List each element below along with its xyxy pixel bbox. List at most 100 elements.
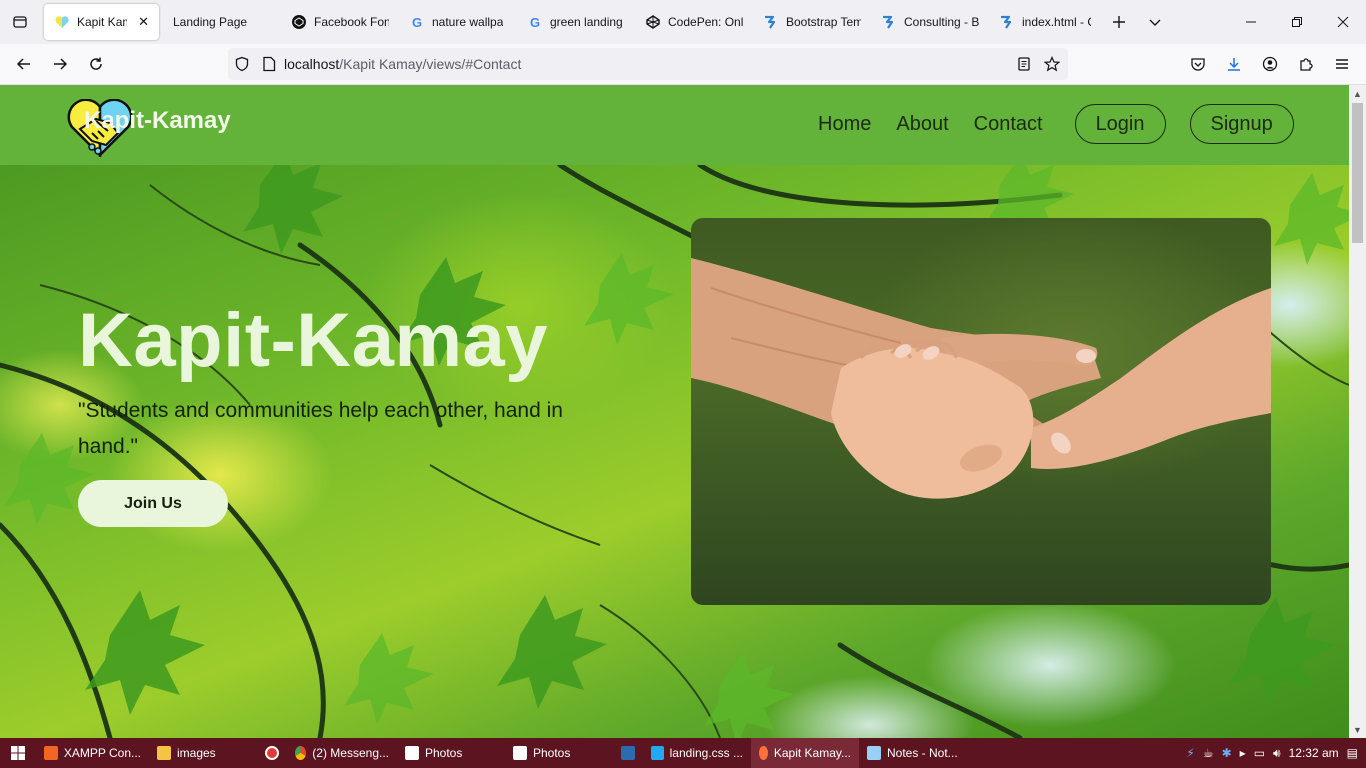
windows-start-icon[interactable] — [0, 738, 36, 768]
hero-title: Kapit-Kamay — [78, 298, 549, 383]
nav-home-link[interactable]: Home — [818, 103, 871, 145]
new-tab-icon[interactable] — [1101, 4, 1137, 40]
taskbar-app-photos[interactable]: Photos — [397, 738, 505, 768]
chevron-down-icon[interactable] — [1137, 4, 1173, 40]
page-icon — [262, 56, 276, 72]
taskbar-app-label: Photos — [533, 746, 571, 760]
taskbar-app-label: Kapit Kamay... — [773, 746, 851, 760]
page-viewport: Kapit-Kamay Home About Contact Login Sig… — [0, 85, 1349, 738]
cup-icon[interactable]: ☕ — [1203, 746, 1214, 760]
login-button[interactable]: Login — [1074, 104, 1166, 144]
browser-tab-bar: Kapit Kama ✕ Landing Page Facebook Fon G… — [0, 0, 1366, 44]
browser-tab[interactable]: CodePen: Onli — [635, 4, 753, 40]
tab-label: green landing — [550, 15, 623, 29]
browser-tab[interactable]: G green landing — [517, 4, 635, 40]
page-scrollbar[interactable]: ▲ ▼ — [1349, 85, 1366, 738]
tab-label: Consulting - B — [904, 15, 979, 29]
tab-label: Bootstrap Tem — [786, 15, 861, 29]
taskbar-app-vscode[interactable]: landing.css ... — [643, 738, 751, 768]
bookmark-star-icon[interactable] — [1044, 56, 1060, 72]
forward-arrow-icon[interactable] — [42, 46, 78, 82]
browser-tab[interactable]: Facebook Fon — [281, 4, 399, 40]
tab-label: nature wallpa — [432, 15, 504, 29]
google-icon: G — [529, 14, 541, 30]
scrollbar-thumb[interactable] — [1352, 103, 1363, 243]
scroll-down-icon[interactable]: ▼ — [1349, 721, 1366, 738]
tab-label: Kapit Kama — [77, 15, 127, 29]
folder-icon — [157, 746, 171, 760]
handshake-heart-icon — [54, 14, 70, 30]
taskbar-app-photos[interactable]: Photos — [505, 738, 613, 768]
taskbar-app-label: images — [177, 746, 216, 760]
show-hidden-icons[interactable]: ▸ — [1240, 746, 1246, 760]
hero-section: Kapit-Kamay "Students and communities he… — [0, 165, 1349, 738]
hero-quote: "Students and communities help each othe… — [78, 399, 563, 458]
browser-tab[interactable]: Bootstrap Tem — [753, 4, 871, 40]
account-icon[interactable] — [1252, 46, 1288, 82]
volume-icon[interactable]: 🔊︎ — [1273, 746, 1281, 761]
browser-tab-active[interactable]: Kapit Kama ✕ — [44, 4, 159, 40]
tab-label: CodePen: Onli — [668, 15, 743, 29]
bolt-icon[interactable]: ⚡ — [1186, 746, 1194, 760]
nav-contact-link[interactable]: Contact — [974, 103, 1043, 145]
taskbar-app-label: Notes - Not... — [887, 746, 958, 760]
main-nav: Home About Contact Login Signup — [818, 103, 1294, 145]
windows-taskbar: XAMPP Con... images (2) Messeng... Photo… — [0, 738, 1366, 768]
taskbar-app-label: (2) Messeng... — [312, 746, 389, 760]
codepen-icon — [291, 14, 307, 30]
vscode-icon — [651, 746, 664, 760]
holding-hands-photo — [691, 218, 1271, 605]
menu-icon[interactable] — [1324, 46, 1360, 82]
reader-view-icon[interactable] — [1016, 56, 1032, 72]
xampp-icon — [44, 746, 58, 760]
extensions-icon[interactable] — [1288, 46, 1324, 82]
shield-icon[interactable] — [234, 56, 250, 72]
tab-label: index.html - C — [1022, 15, 1091, 29]
download-icon[interactable] — [1216, 46, 1252, 82]
taskbar-app-label: landing.css ... — [669, 746, 743, 760]
scroll-up-icon[interactable]: ▲ — [1349, 85, 1366, 102]
pocket-icon[interactable] — [1180, 46, 1216, 82]
clock[interactable]: 12:32 am — [1289, 746, 1339, 760]
browser-tab[interactable]: Consulting - B — [871, 4, 989, 40]
browser-tab[interactable]: Landing Page — [163, 4, 281, 40]
minimize-icon[interactable] — [1228, 0, 1274, 44]
url-host: localhost — [284, 56, 340, 72]
reload-icon[interactable] — [78, 46, 114, 82]
taskbar-app-recorder[interactable] — [257, 738, 287, 768]
bluetooth-icon[interactable]: ✱ — [1222, 746, 1232, 760]
close-window-icon[interactable] — [1320, 0, 1366, 44]
taskbar-app-terminal[interactable] — [613, 738, 643, 768]
holding-hands-image — [691, 258, 1271, 499]
taskbar-app-xampp[interactable]: XAMPP Con... — [36, 738, 149, 768]
nav-about-link[interactable]: About — [896, 103, 948, 145]
google-icon: G — [411, 14, 423, 30]
site-header: Kapit-Kamay Home About Contact Login Sig… — [0, 85, 1349, 165]
browser-tab[interactable]: index.html - C — [989, 4, 1101, 40]
taskbar-app-images[interactable]: images — [149, 738, 257, 768]
signup-button[interactable]: Signup — [1189, 104, 1294, 144]
join-us-button[interactable]: Join Us — [78, 480, 228, 527]
taskbar-app-label: Photos — [425, 746, 463, 760]
bootstrapmade-icon — [881, 14, 897, 30]
firefox-icon — [759, 746, 768, 760]
address-bar[interactable]: localhost/Kapit Kamay/views/#Contact — [228, 48, 1068, 80]
codepen-icon — [645, 14, 661, 30]
taskbar-app-firefox[interactable]: Kapit Kamay... — [751, 738, 859, 768]
close-tab-icon[interactable]: ✕ — [138, 14, 149, 30]
photos-icon — [513, 746, 527, 760]
taskbar-app-chrome[interactable]: (2) Messeng... — [287, 738, 397, 768]
tab-list-icon[interactable] — [0, 0, 40, 44]
network-icon[interactable]: ▭ — [1254, 746, 1265, 760]
tab-label: Landing Page — [173, 15, 248, 29]
notifications-icon[interactable]: ▤ — [1347, 746, 1358, 760]
taskbar-app-label: XAMPP Con... — [63, 746, 141, 760]
brand-name[interactable]: Kapit-Kamay — [84, 107, 231, 135]
chrome-icon — [295, 746, 307, 760]
back-arrow-icon[interactable] — [6, 46, 42, 82]
restore-icon[interactable] — [1274, 0, 1320, 44]
browser-tab[interactable]: G nature wallpa — [399, 4, 517, 40]
tab-label: Facebook Fon — [314, 15, 389, 29]
url-text: localhost/Kapit Kamay/views/#Contact — [284, 56, 521, 72]
taskbar-app-notepad[interactable]: Notes - Not... — [859, 738, 967, 768]
